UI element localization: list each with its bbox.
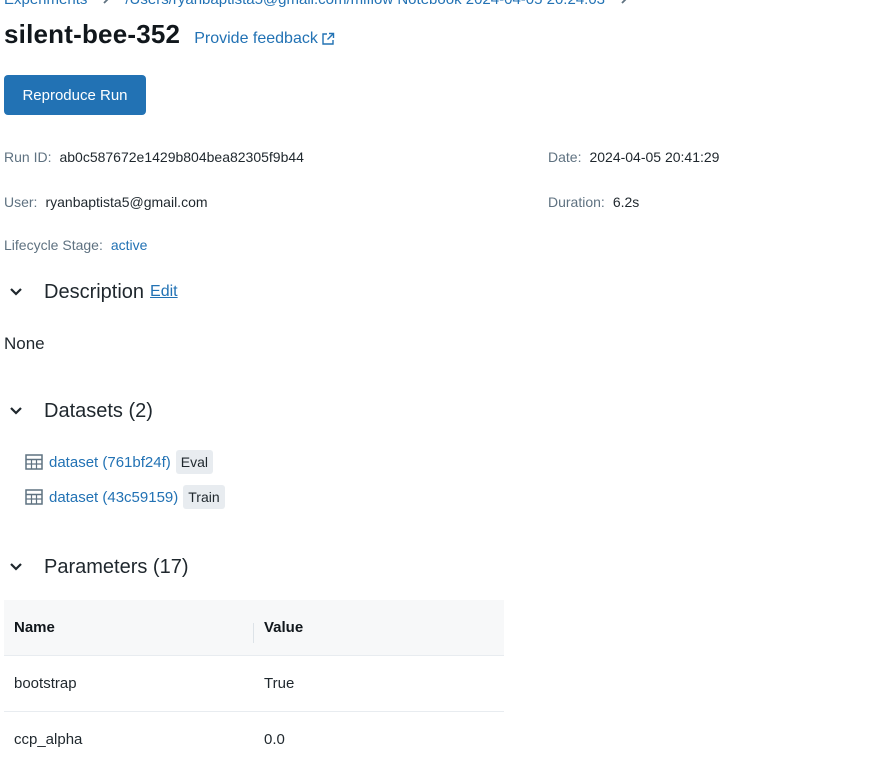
provide-feedback-link[interactable]: Provide feedback	[194, 30, 335, 48]
table-row: bootstrap True	[4, 656, 504, 712]
lifecycle-label: Lifecycle Stage:	[4, 237, 103, 253]
description-title: Description	[44, 280, 145, 303]
chevron-right-icon	[619, 0, 629, 7]
table-icon	[24, 487, 44, 507]
param-name: bootstrap	[14, 675, 77, 692]
external-link-icon	[322, 32, 335, 45]
page-title: silent-bee-352	[4, 19, 181, 49]
title-row: silent-bee-352 Provide feedback	[4, 19, 335, 50]
description-text: None	[4, 334, 45, 353]
param-value: 0.0	[264, 731, 285, 748]
table-row: ccp_alpha 0.0	[4, 712, 504, 763]
duration-value: 6.2s	[612, 194, 640, 210]
table-icon	[24, 452, 44, 472]
description-section-header[interactable]: Description Edit	[4, 280, 178, 304]
user-label: User:	[4, 194, 38, 210]
datasets-section-header[interactable]: Datasets (2)	[4, 399, 153, 423]
date-value: 2024-04-05 20:41:29	[589, 149, 720, 165]
lifecycle-value: active	[110, 237, 148, 253]
breadcrumb-experiments[interactable]: Experiments	[4, 0, 87, 8]
date-field: Date: 2024-04-05 20:41:29	[548, 149, 719, 165]
breadcrumb: Experiments /Users/ryanbaptista5@gmail.c…	[4, 0, 643, 8]
chevron-right-icon	[101, 0, 111, 7]
breadcrumb-experiment-path[interactable]: /Users/ryanbaptista5@gmail.com/mlflow No…	[125, 0, 605, 8]
column-header-value[interactable]: Value	[254, 619, 504, 636]
dataset-link[interactable]: dataset (43c59159)	[49, 489, 178, 506]
duration-label: Duration:	[548, 194, 605, 210]
edit-description-link[interactable]: Edit	[150, 283, 178, 301]
user-field: User: ryanbaptista5@gmail.com	[4, 194, 208, 210]
param-value: True	[264, 675, 295, 692]
dataset-context-tag: Eval	[175, 450, 213, 474]
duration-field: Duration: 6.2s	[548, 194, 639, 210]
feedback-label: Provide feedback	[194, 30, 318, 47]
reproduce-run-button[interactable]: Reproduce Run	[4, 75, 146, 115]
run-id-value: ab0c587672e1429b804bea82305f9b44	[59, 149, 304, 165]
dataset-context-tag: Train	[183, 485, 225, 509]
chevron-down-icon[interactable]	[4, 555, 28, 579]
table-header-row: Name Value	[4, 600, 504, 656]
dataset-link[interactable]: dataset (761bf24f)	[49, 454, 171, 471]
lifecycle-field: Lifecycle Stage: active	[4, 237, 147, 253]
parameters-section-header[interactable]: Parameters (17)	[4, 555, 189, 579]
param-name: ccp_alpha	[14, 731, 83, 748]
run-id-field: Run ID: ab0c587672e1429b804bea82305f9b44	[4, 149, 304, 165]
run-id-label: Run ID:	[4, 149, 52, 165]
column-header-name[interactable]: Name	[4, 619, 254, 643]
datasets-title: Datasets (2)	[44, 399, 153, 422]
dataset-item: dataset (761bf24f) Eval	[24, 450, 213, 474]
parameters-title: Parameters (17)	[44, 555, 189, 578]
chevron-down-icon[interactable]	[4, 280, 28, 304]
dataset-item: dataset (43c59159) Train	[24, 485, 225, 509]
chevron-down-icon[interactable]	[4, 399, 28, 423]
user-value: ryanbaptista5@gmail.com	[45, 194, 208, 210]
date-label: Date:	[548, 149, 582, 165]
run-detail-page: Experiments /Users/ryanbaptista5@gmail.c…	[0, 0, 877, 763]
parameters-table: Name Value bootstrap True ccp_alpha 0.0	[4, 600, 504, 763]
